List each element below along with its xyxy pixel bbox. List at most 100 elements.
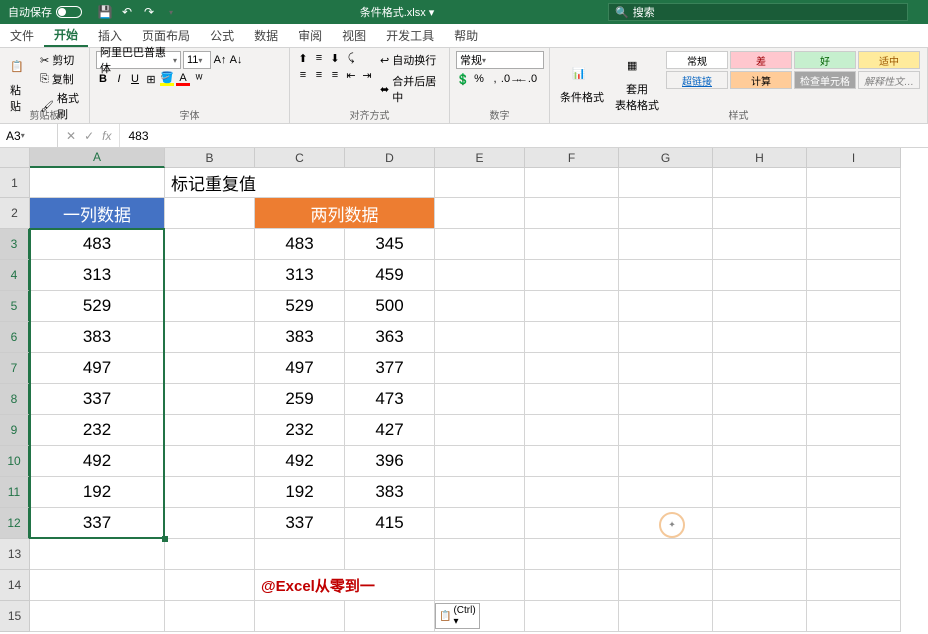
tab-公式[interactable]: 公式 <box>200 24 244 47</box>
cell-E6[interactable] <box>435 322 525 353</box>
bold-button[interactable]: B <box>96 72 110 86</box>
tab-开发工具[interactable]: 开发工具 <box>376 24 444 47</box>
cell-B8[interactable] <box>165 384 255 415</box>
cell-C5[interactable]: 529 <box>255 291 345 322</box>
style-差[interactable]: 差 <box>730 51 792 69</box>
row-header-11[interactable]: 11 <box>0 477 30 508</box>
formula-value[interactable]: 483 <box>120 129 156 143</box>
row-header-14[interactable]: 14 <box>0 570 30 601</box>
cell-D3[interactable]: 345 <box>345 229 435 260</box>
cell-A11[interactable]: 192 <box>30 477 165 508</box>
cell-G8[interactable] <box>619 384 713 415</box>
cell-I15[interactable] <box>807 601 901 632</box>
cell-E7[interactable] <box>435 353 525 384</box>
row-header-9[interactable]: 9 <box>0 415 30 446</box>
underline-button[interactable]: U <box>128 72 142 86</box>
col-header-C[interactable]: C <box>255 148 345 168</box>
style-适中[interactable]: 适中 <box>858 51 920 69</box>
cell-D12[interactable]: 415 <box>345 508 435 539</box>
cell-C14[interactable]: @Excel从零到一 <box>255 570 435 601</box>
style-超链接[interactable]: 超链接 <box>666 71 728 89</box>
style-好[interactable]: 好 <box>794 51 856 69</box>
number-format-combo[interactable]: 常规▾ <box>456 51 544 69</box>
cell-E5[interactable] <box>435 291 525 322</box>
increase-decimal-icon[interactable]: .0→ <box>504 72 518 86</box>
font-size-combo[interactable]: 11▾ <box>183 51 211 69</box>
cell-F10[interactable] <box>525 446 619 477</box>
cell-I12[interactable] <box>807 508 901 539</box>
cell-H8[interactable] <box>713 384 807 415</box>
cell-I9[interactable] <box>807 415 901 446</box>
cell-H13[interactable] <box>713 539 807 570</box>
cell-B10[interactable] <box>165 446 255 477</box>
increase-font-icon[interactable]: A↑ <box>213 53 227 67</box>
cell-F8[interactable] <box>525 384 619 415</box>
cell-A14[interactable] <box>30 570 165 601</box>
cell-H10[interactable] <box>713 446 807 477</box>
cell-A10[interactable]: 492 <box>30 446 165 477</box>
cell-F15[interactable] <box>525 601 619 632</box>
cell-I13[interactable] <box>807 539 901 570</box>
col-header-A[interactable]: A <box>30 148 165 168</box>
cell-I2[interactable] <box>807 198 901 229</box>
cell-F4[interactable] <box>525 260 619 291</box>
cell-F2[interactable] <box>525 198 619 229</box>
cell-G12[interactable] <box>619 508 713 539</box>
cell-H7[interactable] <box>713 353 807 384</box>
wrap-text-button[interactable]: ↩自动换行 <box>377 51 443 69</box>
cell-B7[interactable] <box>165 353 255 384</box>
col-header-G[interactable]: G <box>619 148 713 168</box>
cell-D6[interactable]: 363 <box>345 322 435 353</box>
cell-F6[interactable] <box>525 322 619 353</box>
col-header-E[interactable]: E <box>435 148 525 168</box>
cell-B4[interactable] <box>165 260 255 291</box>
row-header-13[interactable]: 13 <box>0 539 30 570</box>
cell-D13[interactable] <box>345 539 435 570</box>
tab-视图[interactable]: 视图 <box>332 24 376 47</box>
cell-C7[interactable]: 497 <box>255 353 345 384</box>
cell-I4[interactable] <box>807 260 901 291</box>
cell-I6[interactable] <box>807 322 901 353</box>
align-middle-icon[interactable]: ≡ <box>312 51 326 65</box>
cell-B11[interactable] <box>165 477 255 508</box>
cell-C6[interactable]: 383 <box>255 322 345 353</box>
tab-帮助[interactable]: 帮助 <box>444 24 488 47</box>
tab-数据[interactable]: 数据 <box>244 24 288 47</box>
cell-G6[interactable] <box>619 322 713 353</box>
row-header-3[interactable]: 3 <box>0 229 30 260</box>
cell-B5[interactable] <box>165 291 255 322</box>
redo-icon[interactable]: ↷ <box>142 5 156 19</box>
cell-A9[interactable]: 232 <box>30 415 165 446</box>
cell-H6[interactable] <box>713 322 807 353</box>
cell-D15[interactable] <box>345 601 435 632</box>
cell-C11[interactable]: 192 <box>255 477 345 508</box>
cell-F14[interactable] <box>525 570 619 601</box>
select-all-corner[interactable] <box>0 148 30 168</box>
cell-G2[interactable] <box>619 198 713 229</box>
qat-dropdown-icon[interactable]: ▾ <box>164 5 178 19</box>
cell-B9[interactable] <box>165 415 255 446</box>
cell-G10[interactable] <box>619 446 713 477</box>
row-header-1[interactable]: 1 <box>0 168 30 198</box>
cell-E2[interactable] <box>435 198 525 229</box>
cell-E8[interactable] <box>435 384 525 415</box>
document-title[interactable]: 条件格式.xlsx ▾ <box>186 4 608 20</box>
cell-I11[interactable] <box>807 477 901 508</box>
search-box[interactable]: 🔍 搜索 <box>608 3 908 21</box>
orientation-icon[interactable]: ⤹ <box>344 51 358 65</box>
indent-right-icon[interactable]: ⇥ <box>360 68 374 82</box>
cancel-icon[interactable]: ✕ <box>66 129 76 143</box>
style-检查单元格[interactable]: 检查单元格 <box>794 71 856 89</box>
cell-E13[interactable] <box>435 539 525 570</box>
italic-button[interactable]: I <box>112 72 126 86</box>
cell-H5[interactable] <box>713 291 807 322</box>
cell-G4[interactable] <box>619 260 713 291</box>
align-bottom-icon[interactable]: ⬇ <box>328 51 342 65</box>
row-header-4[interactable]: 4 <box>0 260 30 291</box>
percent-icon[interactable]: % <box>472 72 486 86</box>
col-header-F[interactable]: F <box>525 148 619 168</box>
cell-B6[interactable] <box>165 322 255 353</box>
font-name-combo[interactable]: 阿里巴巴普惠体▾ <box>96 51 181 69</box>
save-icon[interactable]: 💾 <box>98 5 112 19</box>
cell-C13[interactable] <box>255 539 345 570</box>
